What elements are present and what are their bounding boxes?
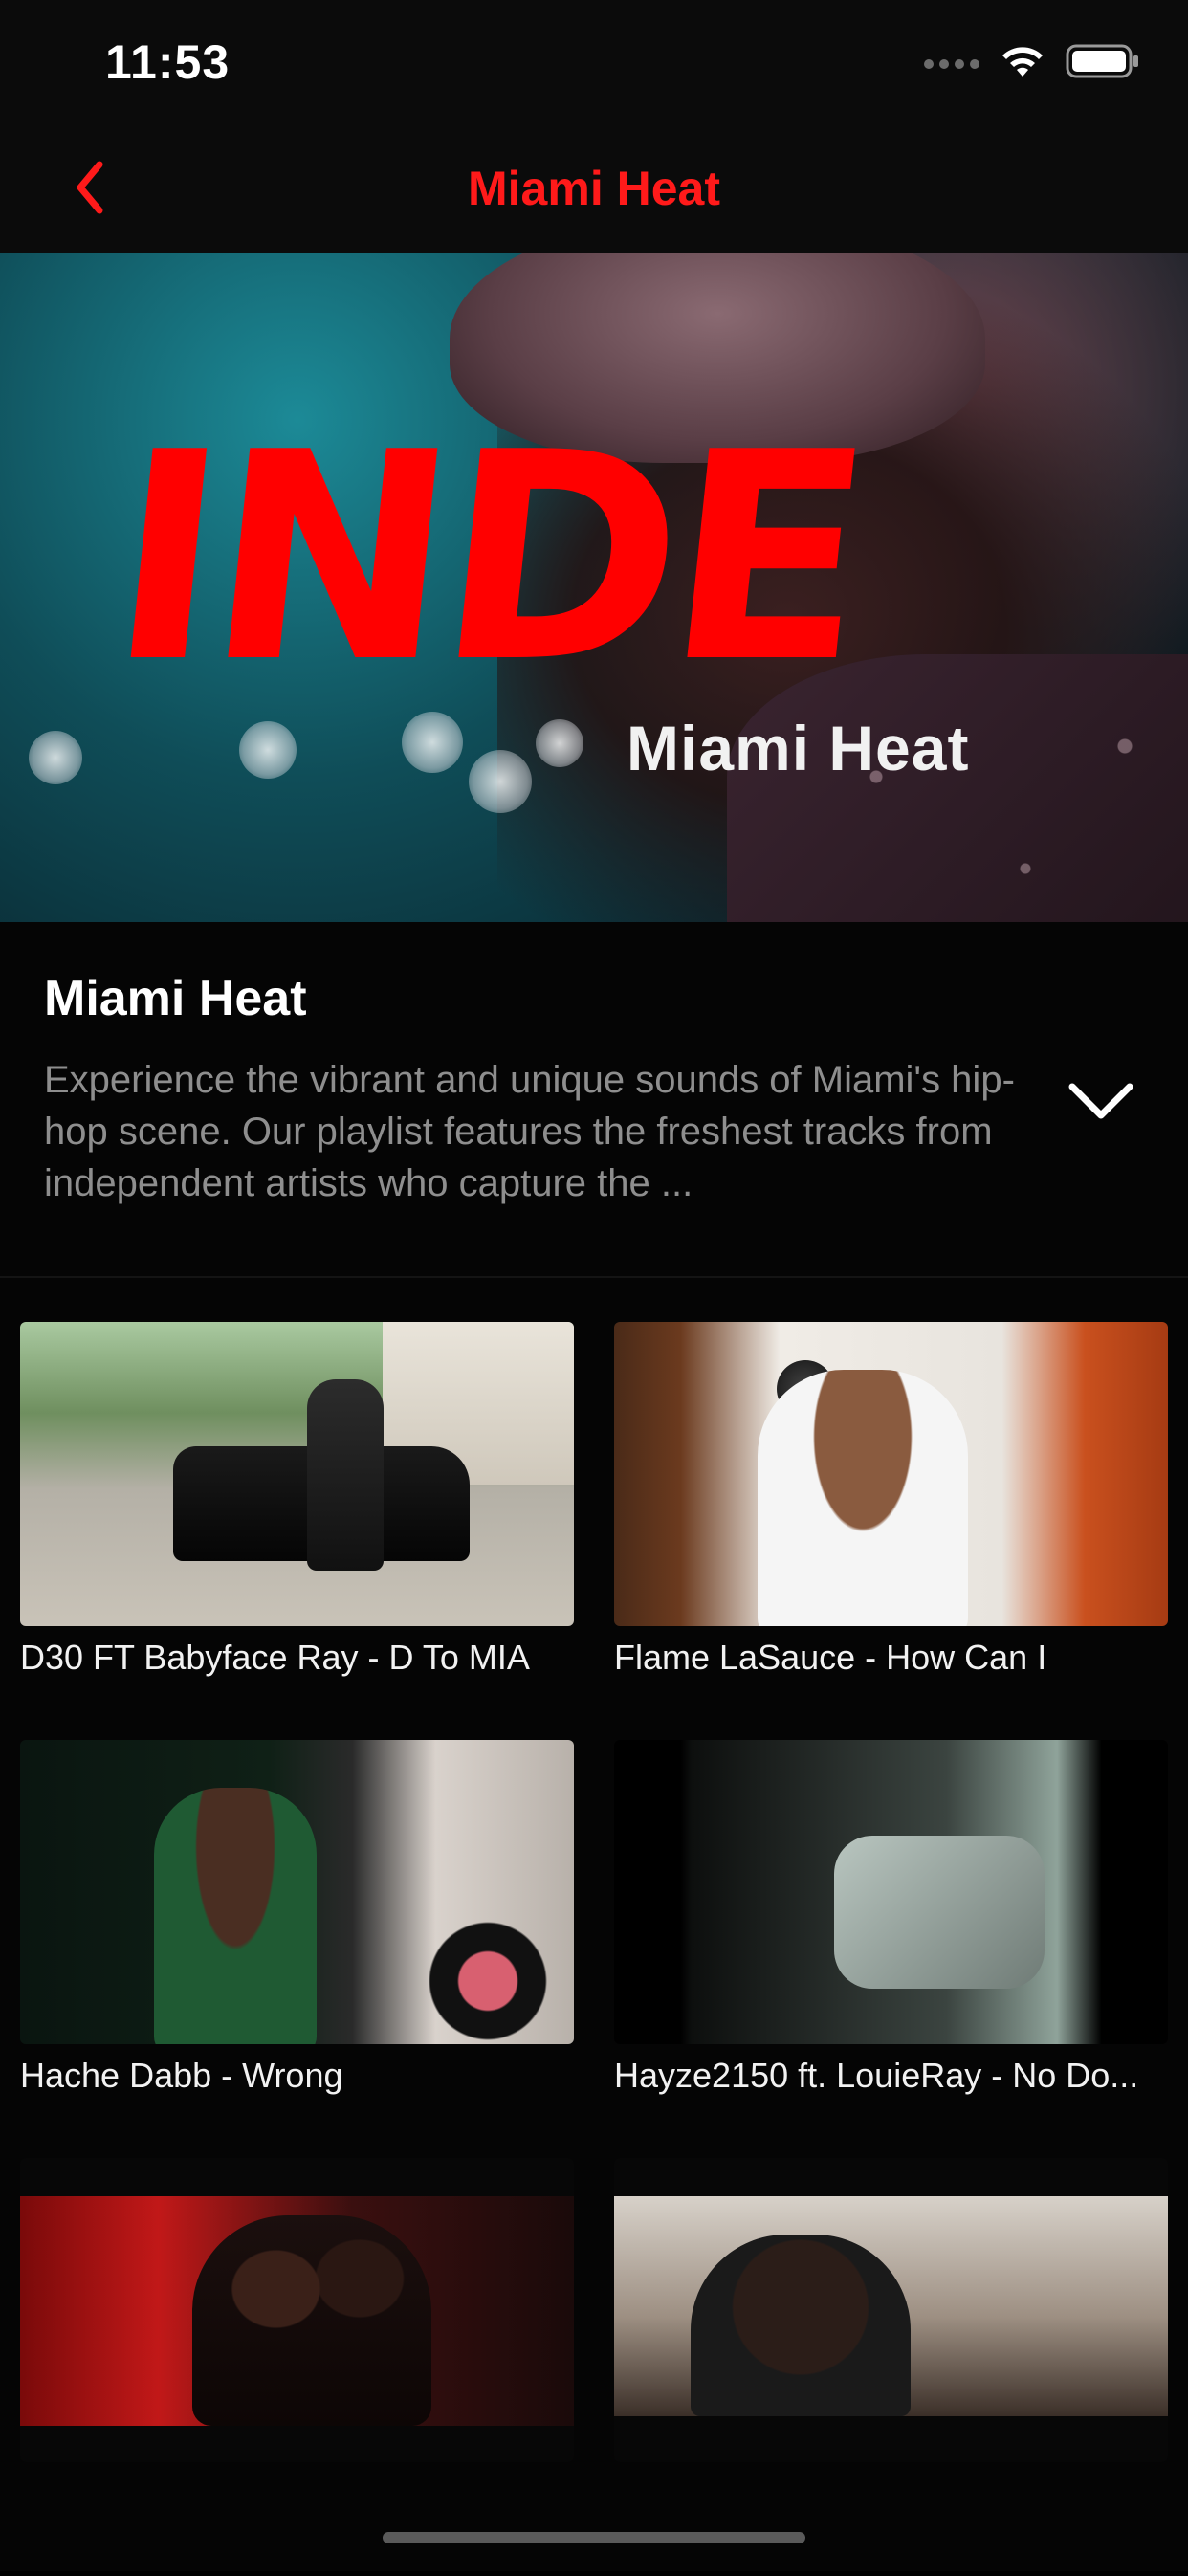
thumbnail-person (691, 2235, 911, 2416)
thumbnail-person (154, 1788, 317, 2044)
bokeh-light (239, 721, 297, 779)
thumbnail-person (758, 1370, 968, 1626)
hero-logo-text: INDE (97, 391, 876, 725)
cellular-signal-icon (924, 58, 979, 69)
hero-banner: INDE Miami Heat (0, 253, 1188, 922)
bokeh-light (29, 731, 82, 784)
video-thumbnail[interactable] (20, 2158, 574, 2462)
expand-description-button[interactable] (1058, 1061, 1144, 1147)
video-card[interactable]: Hayze2150 ft. LouieRay - No Do... (614, 1740, 1168, 2158)
hero-subtitle: Miami Heat (627, 713, 970, 783)
video-title[interactable]: D30 FT Babyface Ray - D To MIA (20, 1638, 574, 1678)
wifi-icon (999, 42, 1046, 85)
battery-icon (1066, 43, 1140, 84)
video-title[interactable]: Hayze2150 ft. LouieRay - No Do... (614, 2056, 1168, 2096)
bokeh-light (536, 719, 583, 767)
thumbnail-couple (192, 2215, 431, 2426)
video-thumbnail[interactable] (20, 1322, 574, 1626)
playlist-description: Experience the vibrant and unique sounds… (44, 1059, 1015, 1204)
bokeh-light (469, 750, 532, 813)
video-card[interactable]: Hache Dabb - Wrong (20, 1740, 574, 2158)
video-card[interactable]: D30 FT Babyface Ray - D To MIA (20, 1322, 574, 1740)
playlist-info: Miami Heat Experience the vibrant and un… (0, 922, 1188, 1278)
video-card[interactable]: Flame LaSauce - How Can I (614, 1322, 1168, 1740)
video-card[interactable] (614, 2158, 1168, 2576)
playlist-title: Miami Heat (44, 971, 307, 1026)
page-title: Miami Heat (468, 162, 720, 215)
video-thumbnail[interactable] (614, 1740, 1168, 2044)
thumbnail-wall-art (421, 1883, 555, 2044)
video-grid: D30 FT Babyface Ray - D To MIA Flame LaS… (20, 1322, 1168, 2576)
thumbnail-person (307, 1379, 384, 1571)
video-title[interactable]: Hache Dabb - Wrong (20, 2056, 574, 2096)
video-card[interactable] (20, 2158, 574, 2576)
home-indicator[interactable] (383, 2532, 805, 2543)
video-thumbnail[interactable] (614, 2158, 1168, 2462)
thumbnail-hand (834, 1836, 1045, 1989)
video-thumbnail[interactable] (614, 1322, 1168, 1626)
status-bar: 11:53 (0, 0, 1188, 134)
video-thumbnail[interactable] (20, 1740, 574, 2044)
nav-bar: Miami Heat (0, 134, 1188, 253)
video-title[interactable]: Flame LaSauce - How Can I (614, 1638, 1168, 1678)
chevron-down-icon (1067, 1081, 1134, 1128)
status-icons (924, 42, 1140, 85)
status-time: 11:53 (105, 35, 231, 89)
